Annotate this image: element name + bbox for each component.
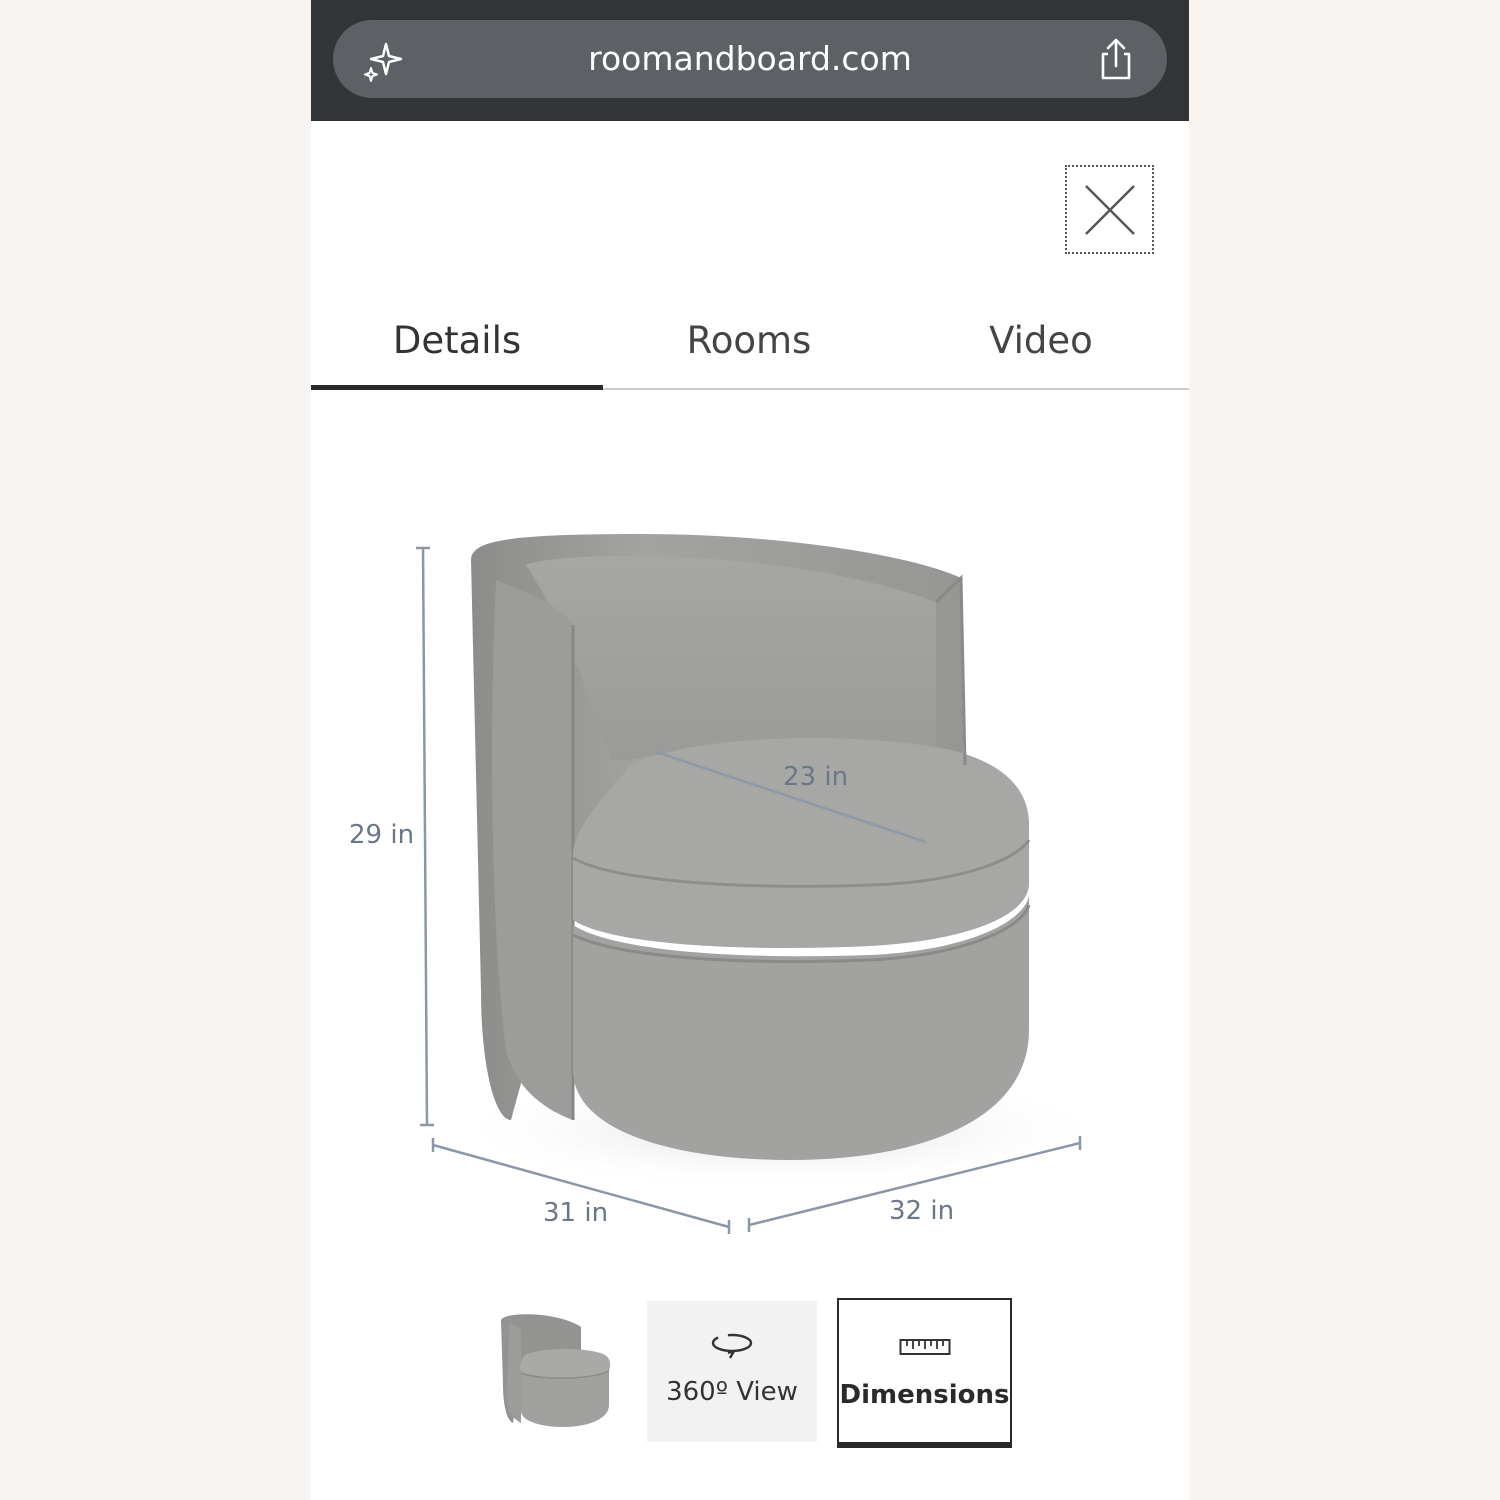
depth-dimension-label: 32 in bbox=[889, 1196, 955, 1226]
phone-screen: roomandboard.com Details Rooms Video 29 … bbox=[311, 0, 1189, 1500]
dimension-lines bbox=[416, 546, 1082, 1234]
thumbnail-360-label: 360º View bbox=[666, 1377, 798, 1407]
tab-rooms[interactable]: Rooms bbox=[603, 300, 895, 388]
url-text[interactable]: roomandboard.com bbox=[333, 20, 1167, 98]
height-dimension-label: 29 in bbox=[349, 820, 415, 850]
thumbnail-360-view[interactable]: 360º View bbox=[647, 1301, 817, 1442]
thumbnail-dimensions-label: Dimensions bbox=[839, 1380, 1010, 1410]
swivel-chair-thumbnail bbox=[501, 1314, 611, 1427]
address-bar[interactable]: roomandboard.com bbox=[333, 20, 1167, 98]
tab-bar: Details Rooms Video bbox=[311, 300, 1189, 391]
share-icon[interactable] bbox=[1093, 36, 1139, 82]
seat-depth-dimension-label: 23 in bbox=[783, 762, 849, 792]
product-dimensions-view: 29 in 23 in 31 in 32 in bbox=[311, 430, 1189, 1270]
close-icon bbox=[1084, 184, 1135, 235]
rotate-360-icon bbox=[711, 1333, 753, 1359]
thumbnail-dimensions[interactable]: Dimensions bbox=[837, 1298, 1012, 1448]
width-dimension-label: 31 in bbox=[543, 1198, 609, 1228]
tab-video[interactable]: Video bbox=[895, 300, 1187, 388]
ruler-icon bbox=[899, 1339, 950, 1355]
browser-toolbar: roomandboard.com bbox=[311, 0, 1189, 121]
tab-details[interactable]: Details bbox=[311, 300, 603, 388]
close-button[interactable] bbox=[1065, 165, 1154, 254]
media-thumbnails: 360º View Dimensions bbox=[311, 1295, 1189, 1455]
active-tab-indicator bbox=[311, 385, 603, 390]
thumbnail-product-photo[interactable] bbox=[491, 1305, 621, 1435]
